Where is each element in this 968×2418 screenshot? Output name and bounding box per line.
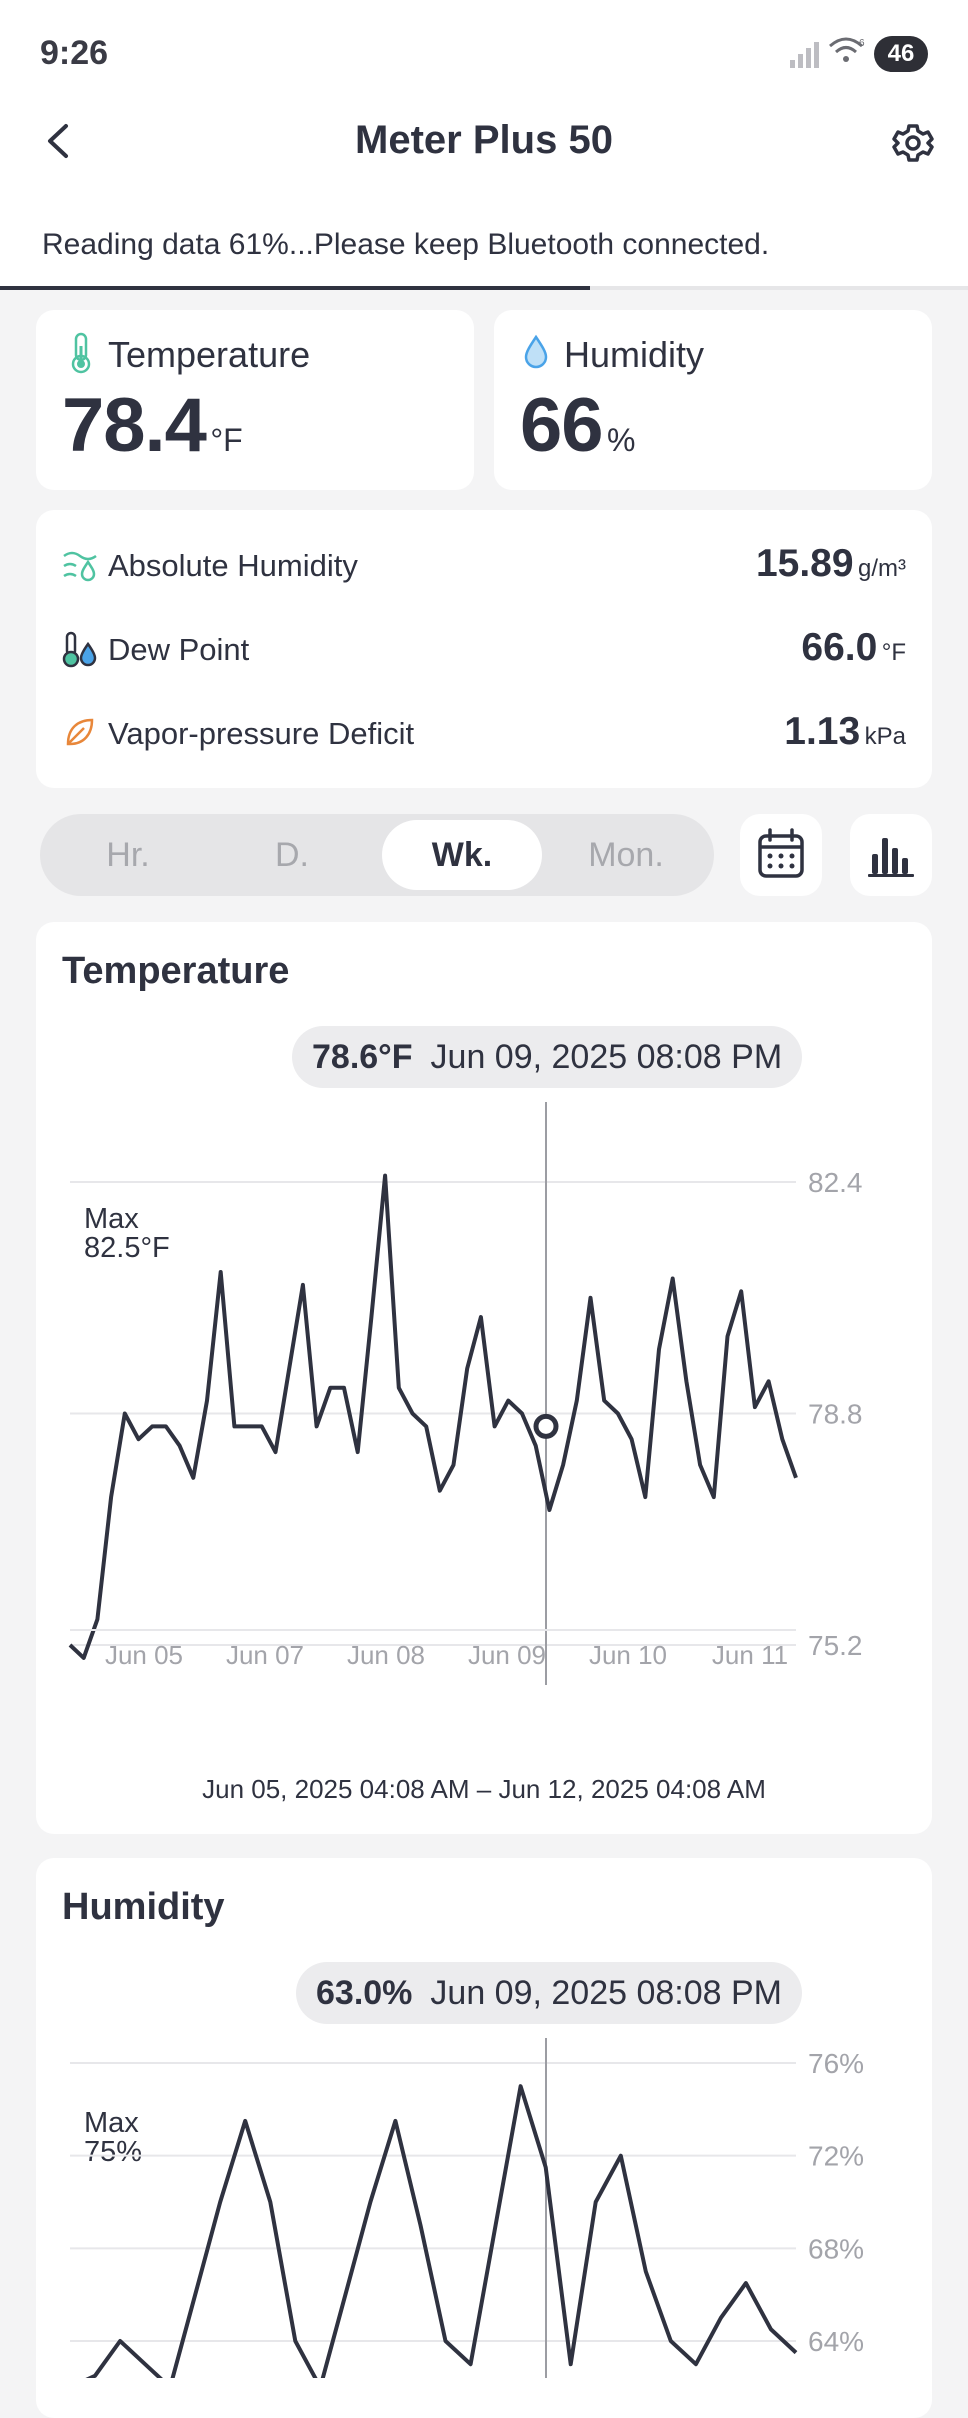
humidity-tooltip-value: 63.0%: [316, 1974, 413, 2012]
y-tick-label: 68%: [808, 2233, 864, 2264]
humidity-label: Humidity: [564, 334, 705, 375]
temperature-date-range: Jun 05, 2025 04:08 AM – Jun 12, 2025 04:…: [202, 1774, 766, 1804]
temperature-value: 78.4: [62, 383, 207, 468]
sync-progress-fill: [0, 286, 591, 290]
x-tick-label: Jun 08: [347, 1640, 425, 1670]
temperature-unit: °F: [210, 422, 243, 458]
tab-hour[interactable]: Hr.: [48, 814, 208, 896]
y-tick-label: 72%: [808, 2141, 864, 2172]
metric-value-dew-point: 66.0: [801, 626, 878, 669]
thermometer-icon: [71, 332, 91, 374]
calendar-button[interactable]: [740, 814, 822, 896]
status-time: 9:26: [40, 34, 109, 72]
humidity-max-value: 75%: [84, 2136, 142, 2168]
temperature-card: Temperature 78.4 °F: [36, 310, 474, 490]
x-tick-label: Jun 10: [589, 1640, 667, 1670]
water-drop-icon: [524, 334, 548, 369]
tab-week[interactable]: Wk.: [382, 820, 542, 890]
chart-type-button[interactable]: [850, 814, 932, 896]
selected-point-marker[interactable]: [533, 1413, 559, 1439]
humidity-max-label: Max: [84, 2107, 139, 2139]
temperature-chart-tooltip: 78.6°F Jun 09, 2025 08:08 PM: [292, 1026, 803, 1088]
metric-value-vpd: 1.13: [784, 710, 861, 753]
temperature-max-label: Max: [84, 1203, 139, 1235]
humidity-line-chart[interactable]: Max 75% 76% 72% 68% 64%: [36, 2038, 932, 2378]
x-tick-label: Jun 09: [468, 1640, 546, 1670]
humidity-chart-title: Humidity: [62, 1886, 225, 1928]
metric-label-absolute-humidity: Absolute Humidity: [108, 548, 358, 583]
y-tick-label: 82.4: [808, 1167, 863, 1198]
sync-progress-bar: [0, 286, 968, 290]
svg-text:6: 6: [859, 38, 865, 49]
humidity-unit: %: [607, 422, 636, 458]
x-tick-label: Jun 11: [712, 1640, 788, 1670]
sync-progress-text: Reading data 61%...Please keep Bluetooth…: [42, 228, 770, 261]
settings-gear-icon[interactable]: [888, 118, 938, 168]
metrics-card: Absolute Humidity 15.89 g/m³ Dew Point 6…: [36, 510, 932, 788]
bar-chart-icon: [868, 838, 914, 877]
y-tick-label: 75.2: [808, 1630, 863, 1661]
tab-month[interactable]: Mon.: [546, 814, 706, 896]
y-tick-label: 64%: [808, 2326, 864, 2357]
wifi-icon: 6: [829, 37, 865, 62]
tab-day[interactable]: D.: [212, 814, 372, 896]
metric-value-absolute-humidity: 15.89: [755, 542, 854, 585]
series-line: [68, 1173, 798, 1660]
y-tick-label: 78.8: [808, 1399, 863, 1430]
temperature-tooltip-value: 78.6°F: [312, 1038, 413, 1076]
metric-label-dew-point: Dew Point: [108, 632, 250, 667]
temperature-tooltip-date: Jun 09, 2025 08:08 PM: [430, 1038, 783, 1076]
leaf-icon: [66, 718, 94, 746]
y-tick-label: 76%: [808, 2048, 864, 2079]
status-bar: [0, 0, 968, 100]
humidity-tooltip-date: Jun 09, 2025 08:08 PM: [430, 1974, 782, 2012]
humidity-value: 66: [520, 383, 604, 468]
temperature-line-chart[interactable]: Max 82.5°F 82.4 78.8 75.2 Jun 05 Jun 07 Jun 0…: [36, 1102, 932, 1702]
dew-point-icon: [62, 631, 97, 668]
signal-icon: [790, 42, 819, 68]
metric-unit-dew-point: °F: [881, 639, 906, 666]
x-tick-label: Jun 05: [105, 1640, 183, 1670]
temperature-chart-title: Temperature: [62, 950, 290, 992]
battery-indicator: 46: [874, 36, 928, 72]
metric-label-vpd: Vapor-pressure Deficit: [108, 716, 415, 751]
absolute-humidity-icon: [63, 551, 97, 582]
temperature-max-value: 82.5°F: [84, 1232, 170, 1264]
humidity-chart-card: Humidity 63.0% Jun 09, 2025 08:08 PM Max …: [36, 1858, 932, 2418]
temperature-label: Temperature: [108, 334, 311, 375]
series-line: [85, 2084, 798, 2378]
time-range-selector: Hr. D. Wk. Mon.: [40, 814, 714, 896]
metric-unit-absolute-humidity: g/m³: [858, 555, 906, 582]
x-tick-label: Jun 07: [226, 1640, 304, 1670]
metric-unit-vpd: kPa: [864, 723, 906, 750]
humidity-chart-tooltip: 63.0% Jun 09, 2025 08:08 PM: [296, 1962, 802, 2024]
page-title: Meter Plus 50: [355, 118, 613, 162]
calendar-icon: [758, 828, 804, 878]
temperature-chart-card: Temperature 78.6°F Jun 09, 2025 08:08 PM …: [36, 922, 932, 1834]
humidity-card: Humidity 66 %: [494, 310, 932, 490]
